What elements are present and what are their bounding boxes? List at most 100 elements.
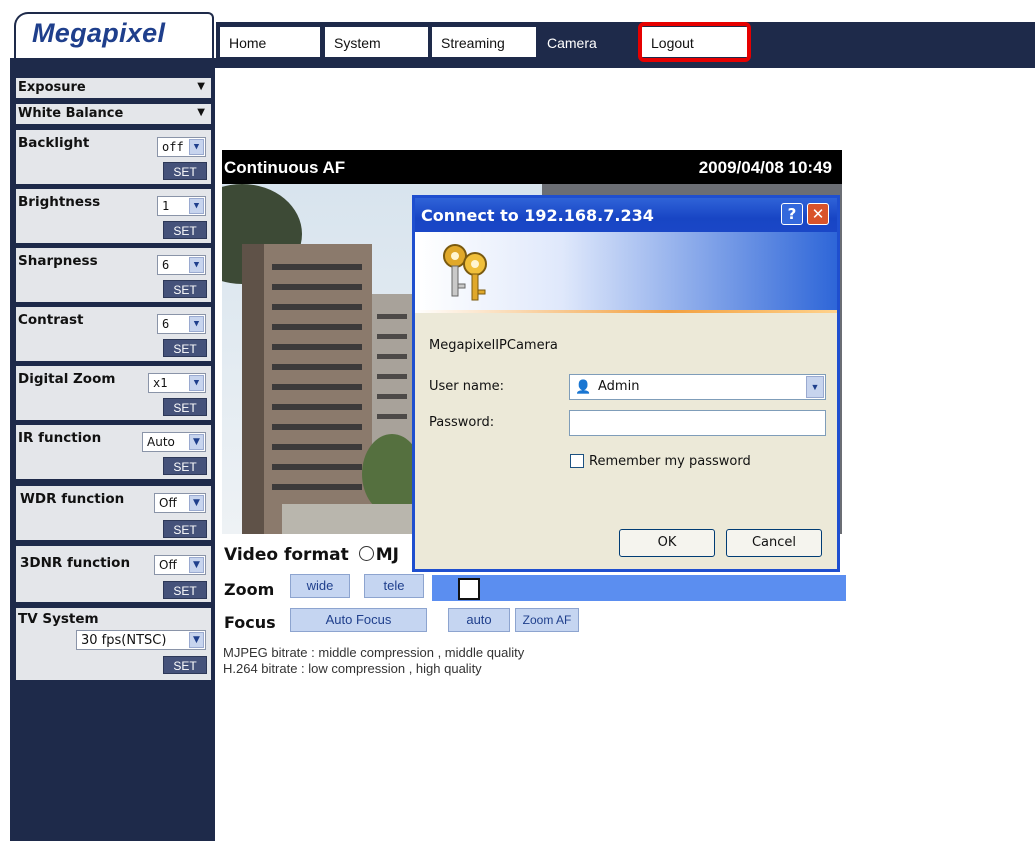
setting-contrast: Contrast 6 ▼ SET bbox=[16, 307, 211, 361]
setting-label: Backlight bbox=[18, 135, 90, 151]
auto-focus-button[interactable]: Auto Focus bbox=[290, 608, 427, 632]
select-value: off bbox=[162, 140, 184, 154]
select-value: 1 bbox=[162, 199, 170, 213]
chevron-down-icon: ▼ bbox=[189, 198, 204, 214]
brightness-set-button[interactable]: SET bbox=[163, 221, 207, 239]
wdr-function-select[interactable]: Off ▼ bbox=[154, 493, 206, 513]
tab-system[interactable]: System bbox=[325, 27, 428, 57]
dialog-banner bbox=[415, 232, 837, 310]
help-icon[interactable]: ? bbox=[781, 203, 803, 225]
backlight-set-button[interactable]: SET bbox=[163, 162, 207, 180]
sidebar-section-label: Exposure bbox=[18, 80, 86, 95]
select-value: Auto bbox=[147, 435, 175, 449]
setting-ir-function: IR function Auto ▼ SET bbox=[16, 425, 211, 479]
tv-system-select[interactable]: 30 fps(NTSC) ▼ bbox=[76, 630, 206, 650]
contrast-select[interactable]: 6 ▼ bbox=[157, 314, 206, 334]
setting-label: Sharpness bbox=[18, 253, 98, 269]
remember-password-label: Remember my password bbox=[589, 454, 751, 469]
ir-function-select[interactable]: Auto ▼ bbox=[142, 432, 206, 452]
digital-zoom-set-button[interactable]: SET bbox=[163, 398, 207, 416]
video-format-label: Video format bbox=[224, 545, 349, 565]
af-status-text: Continuous AF bbox=[224, 158, 346, 177]
setting-label: Brightness bbox=[18, 194, 101, 210]
zoom-wide-button[interactable]: wide bbox=[290, 574, 350, 598]
select-value: x1 bbox=[153, 376, 168, 390]
sidebar-section-label: White Balance bbox=[18, 106, 124, 121]
select-value: 6 bbox=[162, 317, 170, 331]
digital-zoom-select[interactable]: x1 ▼ bbox=[148, 373, 206, 393]
close-icon[interactable]: ✕ bbox=[807, 203, 829, 225]
chevron-down-icon: ▼ bbox=[189, 557, 204, 573]
setting-label: IR function bbox=[18, 430, 102, 446]
zoom-label: Zoom bbox=[224, 580, 275, 599]
setting-label: 3DNR function bbox=[20, 555, 131, 571]
video-overlay-bar: Continuous AF 2009/04/08 10:49 bbox=[222, 150, 842, 184]
password-label: Password: bbox=[429, 415, 495, 430]
chevron-down-icon: ▼ bbox=[189, 495, 204, 511]
setting-label: Contrast bbox=[18, 312, 84, 328]
login-dialog: Connect to 192.168.7.234 ? ✕ MegapixelIP… bbox=[412, 195, 840, 572]
username-value: Admin bbox=[598, 379, 640, 394]
logout-highlight-box bbox=[638, 22, 751, 62]
chevron-down-icon: ▼ bbox=[189, 375, 204, 391]
chevron-down-icon: ▼ bbox=[189, 434, 204, 450]
setting-wdr-function: WDR function Off ▼ SET bbox=[16, 486, 211, 540]
chevron-down-icon[interactable]: ▼ bbox=[806, 376, 824, 398]
password-field[interactable] bbox=[569, 410, 826, 436]
zoom-slider-track[interactable] bbox=[432, 575, 846, 601]
brightness-select[interactable]: 1 ▼ bbox=[157, 196, 206, 216]
collapse-triangle-icon: ▼ bbox=[197, 81, 205, 92]
select-value: Off bbox=[159, 558, 177, 572]
setting-label: WDR function bbox=[20, 491, 125, 507]
zoom-af-button[interactable]: Zoom AF bbox=[515, 608, 579, 632]
setting-label: Digital Zoom bbox=[18, 371, 116, 387]
ir-function-set-button[interactable]: SET bbox=[163, 457, 207, 475]
keys-icon bbox=[443, 244, 487, 301]
backlight-select[interactable]: off ▼ bbox=[157, 137, 206, 157]
video-format-row: Video format MJ bbox=[224, 545, 399, 565]
focus-auto-button[interactable]: auto bbox=[448, 608, 510, 632]
setting-brightness: Brightness 1 ▼ SET bbox=[16, 189, 211, 243]
select-value: 30 fps(NTSC) bbox=[81, 633, 167, 648]
setting-sharpness: Sharpness 6 ▼ SET bbox=[16, 248, 211, 302]
dialog-titlebar[interactable]: Connect to 192.168.7.234 ? ✕ bbox=[415, 198, 837, 232]
sharpness-set-button[interactable]: SET bbox=[163, 280, 207, 298]
chevron-down-icon: ▼ bbox=[189, 139, 204, 155]
sidebar-section-white-balance[interactable]: White Balance ▼ bbox=[16, 104, 211, 124]
3dnr-function-select[interactable]: Off ▼ bbox=[154, 555, 206, 575]
setting-3dnr-function: 3DNR function Off ▼ SET bbox=[16, 546, 211, 602]
logo: Megapixel bbox=[32, 18, 166, 48]
setting-tv-system: TV System 30 fps(NTSC) ▼ SET bbox=[16, 608, 211, 680]
timestamp: 2009/04/08 10:49 bbox=[698, 158, 832, 177]
tv-system-set-button[interactable]: SET bbox=[163, 656, 207, 674]
setting-backlight: Backlight off ▼ SET bbox=[16, 130, 211, 184]
cancel-button[interactable]: Cancel bbox=[726, 529, 822, 557]
dialog-title: Connect to 192.168.7.234 bbox=[421, 206, 654, 225]
zoom-slider-handle[interactable] bbox=[458, 578, 480, 600]
sharpness-select[interactable]: 6 ▼ bbox=[157, 255, 206, 275]
tab-streaming[interactable]: Streaming bbox=[432, 27, 536, 57]
remember-password-checkbox[interactable] bbox=[570, 454, 584, 468]
dialog-banner-divider bbox=[415, 310, 837, 313]
zoom-tele-button[interactable]: tele bbox=[364, 574, 424, 598]
tab-camera[interactable]: Camera bbox=[538, 27, 638, 57]
contrast-set-button[interactable]: SET bbox=[163, 339, 207, 357]
wdr-function-set-button[interactable]: SET bbox=[163, 520, 207, 538]
focus-label: Focus bbox=[224, 613, 276, 632]
3dnr-function-set-button[interactable]: SET bbox=[163, 581, 207, 599]
username-label: User name: bbox=[429, 379, 505, 394]
setting-digital-zoom: Digital Zoom x1 ▼ SET bbox=[16, 366, 211, 420]
collapse-triangle-icon: ▼ bbox=[197, 107, 205, 118]
chevron-down-icon: ▼ bbox=[189, 316, 204, 332]
ok-button[interactable]: OK bbox=[619, 529, 715, 557]
tab-home[interactable]: Home bbox=[220, 27, 320, 57]
video-format-option-label: MJ bbox=[375, 545, 400, 565]
chevron-down-icon: ▼ bbox=[189, 257, 204, 273]
sidebar-section-exposure[interactable]: Exposure ▼ bbox=[16, 78, 211, 98]
select-value: 6 bbox=[162, 258, 170, 272]
username-combo[interactable]: 👤 Admin ▼ bbox=[569, 374, 826, 400]
mjpeg-radio[interactable] bbox=[358, 546, 374, 561]
setting-label: TV System bbox=[18, 611, 99, 627]
user-icon: 👤 bbox=[575, 379, 592, 394]
chevron-down-icon: ▼ bbox=[189, 632, 204, 648]
